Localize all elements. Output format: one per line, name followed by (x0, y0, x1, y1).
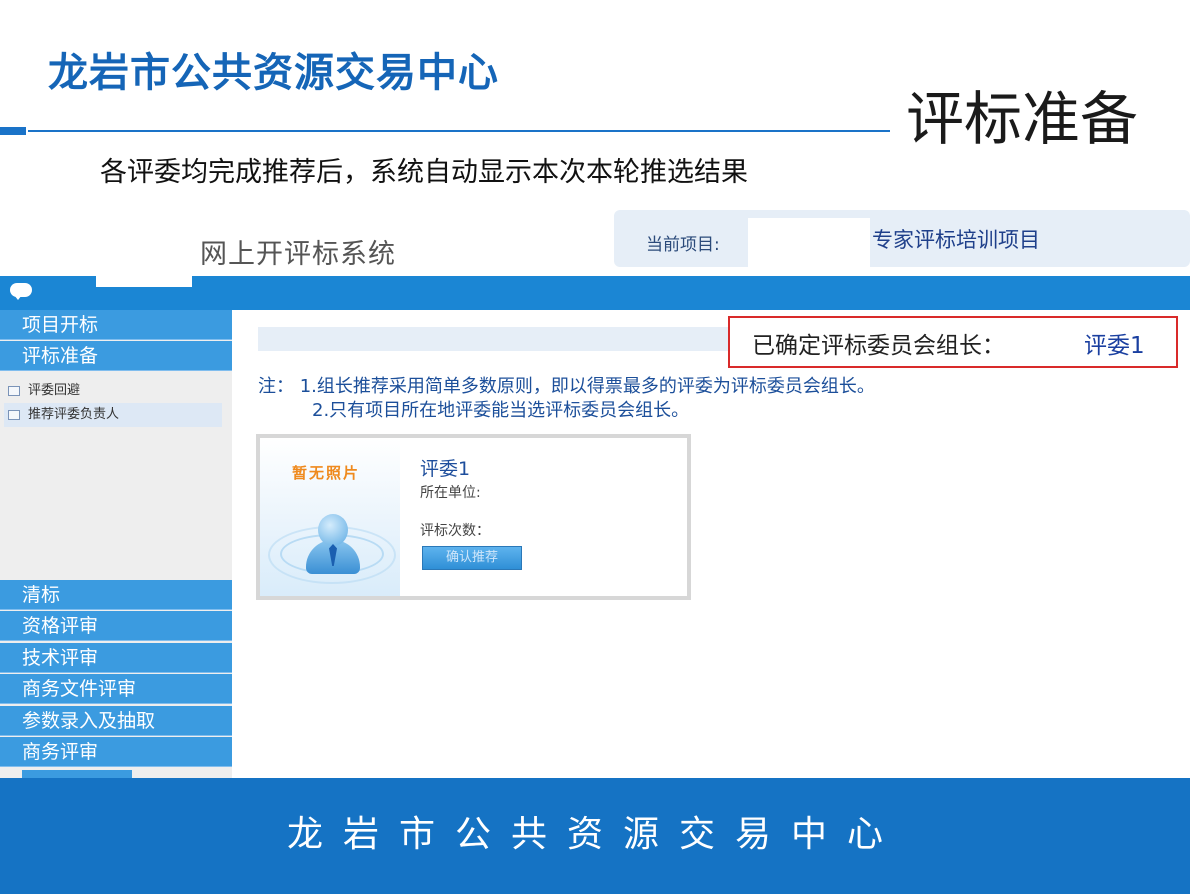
judge-name: 评委1 (420, 458, 471, 480)
sidebar-subitem-judge-recusal[interactable]: 评委回避 (4, 379, 222, 403)
note-line-1: 注： 1.组长推荐采用简单多数原则，即以得票最多的评委为评标委员会组长。 (258, 376, 875, 397)
sidebar-subitem-label: 推荐评委负责人 (28, 407, 120, 422)
sidebar-item-commercial-review[interactable]: 商务评审 (0, 737, 232, 767)
confirm-recommend-button[interactable]: 确认推荐 (422, 546, 522, 570)
footer-title: 龙岩市公共资源交易中心 (286, 814, 903, 855)
sidebar-subitem-recommend-leader[interactable]: 推荐评委负责人 (4, 403, 222, 427)
system-logo-text: 网上开评标系统 (200, 239, 396, 270)
judge-card: 暂无照片 评委1 所在单位: 评标次数： 确认推荐 (256, 434, 691, 600)
note-line-2: 2.只有项目所在地评委能当选评标委员会组长。 (312, 400, 690, 421)
sidebar-item-technical-review[interactable]: 技术评审 (0, 643, 232, 673)
section-title: 评标准备 (906, 85, 1139, 153)
document-icon (8, 410, 20, 420)
leader-result-label: 已确定评标委员会组长： (752, 333, 1005, 359)
document-icon (8, 386, 20, 396)
sidebar-item-project-opening[interactable]: 项目开标 (0, 310, 232, 340)
header-accent-bar (0, 127, 26, 135)
slide-title: 龙岩市公共资源交易中心 (48, 50, 499, 96)
sidebar-item-commercial-doc-review[interactable]: 商务文件评审 (0, 674, 232, 704)
sidebar-item-clearing[interactable]: 清标 (0, 580, 232, 610)
chat-icon[interactable] (10, 283, 32, 300)
nav-redaction (96, 268, 192, 287)
current-project-label: 当前项目: (646, 235, 720, 255)
leader-result-name: 评委1 (1084, 333, 1145, 359)
judge-count-label: 评标次数： (420, 523, 490, 539)
project-redaction (748, 218, 870, 278)
judge-unit-label: 所在单位: (420, 485, 481, 501)
sidebar-subitem-label: 评委回避 (28, 383, 81, 398)
slide-subtitle: 各评委均完成推荐后，系统自动显示本次本轮推选结果 (100, 157, 748, 188)
person-avatar-head (318, 514, 348, 546)
no-photo-text: 暂无照片 (292, 464, 361, 482)
sidebar-item-qualification-review[interactable]: 资格评审 (0, 611, 232, 641)
sidebar-overflow-item (22, 770, 132, 778)
judge-photo-placeholder: 暂无照片 (260, 438, 400, 596)
header-divider (28, 130, 890, 132)
current-project-name: 专家评标培训项目 (872, 228, 1040, 252)
sidebar-item-evaluation-prep[interactable]: 评标准备 (0, 341, 232, 371)
sidebar-item-parameter-entry[interactable]: 参数录入及抽取 (0, 706, 232, 736)
